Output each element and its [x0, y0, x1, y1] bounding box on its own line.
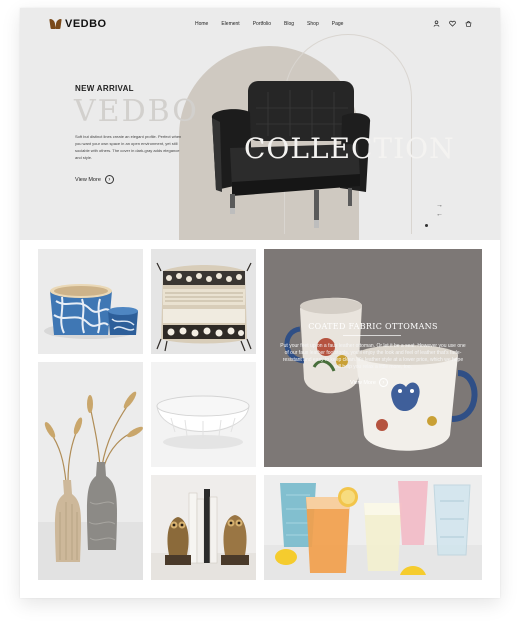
- logo-icon: [50, 19, 62, 29]
- product-tile-glasses[interactable]: [264, 475, 482, 580]
- product-tile-bowl[interactable]: [151, 362, 256, 467]
- logo-text: VEDBO: [65, 18, 107, 30]
- menu-item-page[interactable]: Page: [332, 21, 344, 27]
- bowl-image: [156, 395, 250, 449]
- hero-brand-large: VEDBO: [74, 94, 199, 129]
- hero-view-more-label: View More: [75, 176, 101, 183]
- promo-divider: [343, 335, 401, 336]
- glasses-image: [264, 481, 482, 580]
- logo[interactable]: VEDBO: [50, 18, 107, 30]
- slider-prev-arrow-icon[interactable]: ←: [436, 211, 443, 218]
- vases-image: [38, 391, 143, 580]
- menu-item-element[interactable]: Element: [221, 21, 239, 27]
- menu-item-home[interactable]: Home: [195, 21, 208, 27]
- slider-next-arrow-icon[interactable]: →: [436, 202, 443, 209]
- promo-tile-ottomans: COATED FABRIC OTTOMANS Put your feet up …: [264, 249, 482, 467]
- top-nav: VEDBO Home Element Portfolio Blog Shop P…: [20, 8, 500, 42]
- heart-icon[interactable]: [449, 20, 456, 27]
- promo-view-more-button[interactable]: View More ›: [350, 378, 388, 387]
- promo-overlay: COATED FABRIC OTTOMANS Put your feet up …: [264, 249, 482, 467]
- hero-section: VEDBO Home Element Portfolio Blog Shop P…: [20, 8, 500, 240]
- arrow-right-icon: ›: [104, 175, 114, 184]
- basket-image: [44, 284, 138, 339]
- product-tile-pillow[interactable]: [151, 249, 256, 354]
- promo-title: COATED FABRIC OTTOMANS: [308, 322, 438, 331]
- product-tile-bookends[interactable]: [151, 475, 256, 580]
- user-icon[interactable]: [433, 20, 440, 27]
- slider-dot-active[interactable]: [425, 224, 428, 227]
- product-tile-basket[interactable]: [38, 249, 143, 354]
- slider-arrows: → ←: [436, 202, 443, 218]
- hero-eyebrow: NEW ARRIVAL: [75, 84, 134, 93]
- menu-item-blog[interactable]: Blog: [284, 21, 294, 27]
- bookends-image: [151, 489, 256, 580]
- hero-view-more-button[interactable]: View More ›: [75, 175, 114, 184]
- promo-description: Put your feet up on a faux leather ottom…: [280, 343, 466, 370]
- product-tile-vases[interactable]: [38, 362, 143, 580]
- menu-item-shop[interactable]: Shop: [307, 21, 319, 27]
- hero-collection-title: COLLECTION: [244, 132, 455, 165]
- arrow-right-icon: ›: [378, 378, 388, 387]
- page-card: VEDBO Home Element Portfolio Blog Shop P…: [20, 8, 500, 598]
- promo-view-more-label: View More: [350, 379, 376, 386]
- main-menu: Home Element Portfolio Blog Shop Page: [195, 21, 343, 27]
- cart-icon[interactable]: [465, 20, 472, 27]
- menu-item-portfolio[interactable]: Portfolio: [253, 21, 271, 27]
- nav-icons: [433, 20, 472, 27]
- pillow-image: [156, 262, 252, 352]
- hero-description: Soft but distinct lines create an elegan…: [75, 134, 182, 160]
